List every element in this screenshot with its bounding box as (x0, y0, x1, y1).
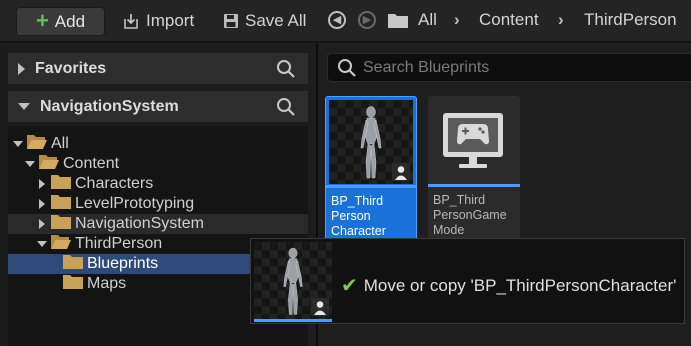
asset-type-bar (428, 184, 520, 187)
collapsed-arrow-icon[interactable] (36, 218, 48, 230)
save-icon (224, 14, 238, 28)
search-icon (338, 58, 356, 77)
breadcrumb-separator-icon: › (558, 10, 564, 29)
expanded-arrow-icon[interactable] (12, 138, 24, 150)
folder-icon (62, 274, 84, 295)
favorites-label: Favorites (35, 59, 107, 77)
drag-thumbnail (254, 242, 332, 322)
folder-open-icon (26, 134, 48, 155)
expanded-arrow-icon[interactable] (36, 238, 48, 250)
collapsed-arrow-icon (18, 62, 25, 75)
folder-icon[interactable] (387, 12, 409, 29)
breadcrumb-separator-icon: › (454, 10, 460, 29)
tree-item-label: Maps (87, 275, 127, 292)
collapsed-arrow-icon[interactable] (36, 178, 48, 190)
asset-name: BP_Third Person Character (331, 194, 386, 238)
search-input[interactable] (363, 58, 663, 77)
tree-item-content[interactable]: Content (8, 154, 308, 174)
drag-message: ✔ Move or copy 'BP_ThirdPersonCharacter' (341, 273, 676, 298)
tree-item-levelprototyping[interactable]: LevelPrototyping (8, 194, 308, 214)
asset-type-bar (254, 319, 332, 322)
import-icon (124, 14, 138, 29)
forward-icon[interactable]: ▶ (358, 11, 376, 29)
tree-item-label: ThirdPerson (75, 235, 163, 252)
expanded-arrow-icon[interactable] (24, 158, 36, 170)
tree-item-characters[interactable]: Characters (8, 174, 308, 194)
asset-tile-bp-third-person-character[interactable]: BP_Third Person Character (325, 96, 417, 241)
asset-tile-bp-third-person-game-mode[interactable]: BP_Third PersonGame Mode (428, 96, 520, 241)
character-thumbnail (329, 100, 413, 184)
check-icon: ✔ (341, 275, 358, 297)
folder-icon (50, 174, 72, 195)
tree-item-label: NavigationSystem (75, 215, 204, 232)
navigation-system-header[interactable]: NavigationSystem (8, 91, 308, 122)
tree-item-navigationsystem[interactable]: NavigationSystem (8, 214, 308, 234)
collapsed-arrow-icon[interactable] (36, 198, 48, 210)
navigation-system-label: NavigationSystem (40, 97, 179, 115)
folder-icon (50, 214, 72, 235)
breadcrumb-all[interactable]: All (418, 10, 437, 30)
folder-open-icon (50, 234, 72, 255)
expanded-arrow-icon (18, 103, 30, 110)
folder-icon (62, 254, 84, 275)
tree-item-label: Content (63, 155, 120, 172)
toolbar: + Add Import Save All ◀ ▶ All › Content … (0, 0, 691, 42)
asset-name: BP_Third PersonGame Mode (433, 193, 507, 237)
search-icon[interactable] (276, 97, 296, 117)
folder-open-icon (38, 154, 60, 175)
folder-icon (50, 194, 72, 215)
tree-item-label: Characters (75, 175, 154, 192)
tree-item-label: Blueprints (87, 255, 159, 272)
drag-drop-tooltip: ✔ Move or copy 'BP_ThirdPersonCharacter' (250, 238, 685, 324)
import-label: Import (146, 11, 195, 30)
import-button[interactable]: Import (122, 8, 194, 34)
actor-badge-icon (392, 163, 410, 181)
breadcrumb-thirdperson[interactable]: ThirdPerson (584, 10, 677, 30)
actor-badge-icon (311, 298, 329, 316)
search-icon[interactable] (276, 59, 296, 79)
asset-type-bar (326, 185, 416, 188)
save-all-label: Save All (245, 11, 307, 30)
add-button-label: Add (54, 11, 86, 31)
drag-message-text: Move or copy 'BP_ThirdPersonCharacter' (363, 275, 677, 295)
add-button[interactable]: + Add (16, 7, 105, 36)
save-all-button[interactable]: Save All (223, 8, 306, 34)
favorites-header[interactable]: Favorites (8, 53, 308, 84)
search-box (327, 53, 691, 82)
breadcrumb-content[interactable]: Content (479, 10, 539, 30)
tree-item-label: All (51, 135, 69, 152)
tree-item-all[interactable]: All (8, 134, 308, 154)
plus-icon: + (35, 7, 49, 33)
gamemode-thumbnail (431, 99, 515, 183)
back-icon[interactable]: ◀ (328, 11, 346, 29)
tree-item-label: LevelPrototyping (75, 195, 195, 212)
gamepad-monitor-icon (443, 113, 503, 168)
